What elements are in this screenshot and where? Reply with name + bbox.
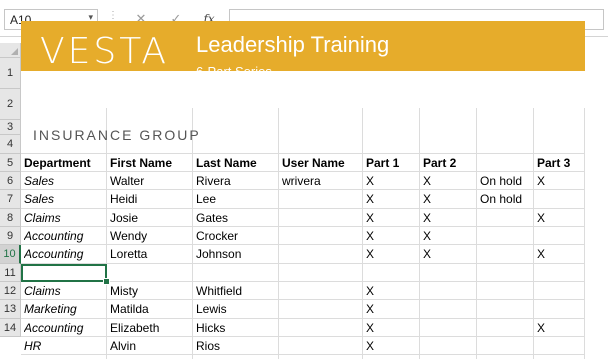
table-cell[interactable]: Lee	[196, 190, 277, 208]
table-cell[interactable]: Lewis	[196, 300, 277, 318]
table-cell[interactable]: X	[366, 172, 418, 190]
header-cell-e[interactable]: Part 1	[366, 154, 418, 172]
table-cell[interactable]: X	[366, 282, 418, 300]
table-cell[interactable]: X	[366, 209, 418, 227]
table-cell[interactable]: X	[366, 245, 418, 263]
row-header-2[interactable]: 2	[0, 89, 21, 120]
table-cell[interactable]: X	[537, 319, 583, 337]
gridline-vertical	[106, 108, 107, 359]
table-cell[interactable]: Misty	[110, 282, 191, 300]
row-header-10[interactable]: 10	[0, 245, 21, 264]
row-header-11[interactable]: 11	[0, 264, 21, 282]
gridline-vertical	[362, 108, 363, 359]
table-cell[interactable]: Sales	[24, 190, 105, 208]
gridline-horizontal	[21, 336, 585, 337]
banner-title[interactable]: Leadership Training	[196, 32, 389, 58]
row-header-1[interactable]: 1	[0, 58, 21, 89]
table-cell[interactable]: Rivera	[196, 172, 277, 190]
table-cell[interactable]: Rios	[196, 337, 277, 355]
table-cell[interactable]: X	[366, 337, 418, 355]
header-cell-b[interactable]: First Name	[110, 154, 191, 172]
table-cell[interactable]: X	[537, 172, 583, 190]
table-cell[interactable]: Claims	[24, 209, 105, 227]
table-cell[interactable]: X	[423, 245, 475, 263]
table-cell[interactable]: On hold	[480, 190, 532, 208]
row-header-13[interactable]: 13	[0, 300, 21, 319]
row-header-6[interactable]: 6	[0, 172, 21, 190]
select-all-icon	[11, 48, 18, 55]
table-cell[interactable]: Accounting	[24, 245, 105, 263]
table-cell[interactable]: Accounting	[24, 319, 105, 337]
banner-subtitle[interactable]: 6-Part Series	[196, 64, 272, 79]
table-cell[interactable]: Josie	[110, 209, 191, 227]
table-cell[interactable]: Wendy	[110, 227, 191, 245]
table-cell[interactable]: Gates	[196, 209, 277, 227]
gridline-horizontal	[21, 226, 585, 227]
row-header-5[interactable]: 5	[0, 154, 21, 172]
table-cell[interactable]: Heidi	[110, 190, 191, 208]
header-cell-c[interactable]: Last Name	[196, 154, 277, 172]
table-cell[interactable]: Alvin	[110, 337, 191, 355]
row-header-9[interactable]: 9	[0, 227, 21, 245]
gridline-vertical	[419, 108, 420, 359]
table-cell[interactable]: Accounting	[24, 227, 105, 245]
row-header-3[interactable]: 3	[0, 120, 21, 135]
gridline-horizontal	[21, 299, 585, 300]
window-edge	[585, 43, 608, 359]
table-cell[interactable]: Loretta	[110, 245, 191, 263]
fill-handle[interactable]	[103, 278, 110, 285]
header-cell-f[interactable]: Part 2	[423, 154, 475, 172]
table-cell[interactable]: X	[366, 319, 418, 337]
table-cell[interactable]: Hicks	[196, 319, 277, 337]
company-tagline[interactable]: INSURANCE GROUP	[33, 127, 201, 143]
table-cell[interactable]: Marketing	[24, 300, 105, 318]
gridline-vertical	[476, 108, 477, 359]
table-cell[interactable]: Whitfield	[196, 282, 277, 300]
table-cell[interactable]: Elizabeth	[110, 319, 191, 337]
table-cell[interactable]: On hold	[480, 172, 532, 190]
table-cell[interactable]: X	[423, 227, 475, 245]
table-cell[interactable]: Johnson	[196, 245, 277, 263]
header-cell-a[interactable]: Department	[24, 154, 105, 172]
company-logo: VESTA	[40, 31, 170, 72]
row-header-8[interactable]: 8	[0, 209, 21, 227]
table-cell[interactable]: Walter	[110, 172, 191, 190]
gridline-vertical	[278, 108, 279, 359]
header-cell-d[interactable]: User Name	[282, 154, 361, 172]
header-cell-h[interactable]: Part 3	[537, 154, 583, 172]
gridline-vertical	[192, 108, 193, 359]
gridline-horizontal	[21, 354, 585, 355]
table-cell[interactable]: Matilda	[110, 300, 191, 318]
row-header-12[interactable]: 12	[0, 282, 21, 300]
table-cell[interactable]: wrivera	[282, 172, 361, 190]
table-cell[interactable]: X	[537, 209, 583, 227]
select-all-button[interactable]	[0, 43, 21, 58]
table-cell[interactable]: X	[366, 300, 418, 318]
table-cell[interactable]: Claims	[24, 282, 105, 300]
table-cell[interactable]: X	[423, 209, 475, 227]
gridline-vertical	[533, 108, 534, 359]
table-cell[interactable]: Sales	[24, 172, 105, 190]
row-header-14[interactable]: 14	[0, 319, 21, 337]
table-cell[interactable]: X	[423, 172, 475, 190]
table-cell[interactable]: HR	[24, 337, 105, 355]
active-cell-highlight[interactable]	[21, 264, 107, 282]
gridline-horizontal	[21, 244, 585, 245]
table-cell[interactable]: X	[423, 190, 475, 208]
table-cell[interactable]: Crocker	[196, 227, 277, 245]
row-header-7[interactable]: 7	[0, 190, 21, 209]
header-cell-g[interactable]	[480, 154, 532, 172]
gridline-horizontal	[21, 208, 585, 209]
table-cell[interactable]: X	[366, 190, 418, 208]
row-header-4[interactable]: 4	[0, 135, 21, 154]
gridline-horizontal	[21, 318, 585, 319]
table-cell[interactable]: X	[537, 245, 583, 263]
table-cell[interactable]: X	[366, 227, 418, 245]
